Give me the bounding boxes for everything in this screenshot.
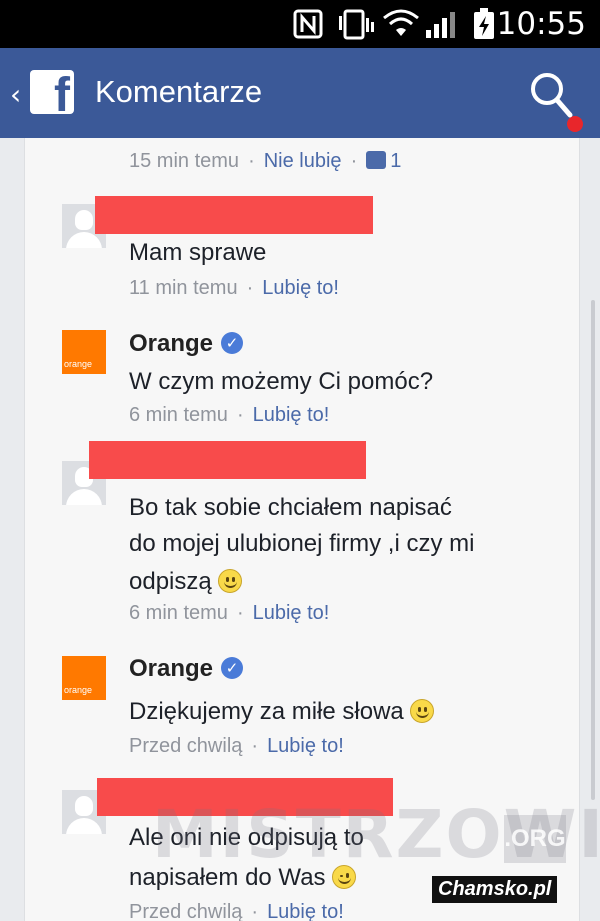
comment-author[interactable]: Orange ✓ xyxy=(129,330,244,358)
comment-time: Przed chwilą xyxy=(129,735,243,757)
like-link[interactable]: Lubię to! xyxy=(262,277,339,299)
wifi-icon xyxy=(383,9,419,36)
watermark-suffix: .ORG xyxy=(504,815,566,863)
comment-text: Dziękujemy za miłe słowa xyxy=(129,694,434,730)
comment-meta: 15 min temu · Nie lubię · 1 xyxy=(129,150,402,172)
orange-avatar[interactable]: orange xyxy=(62,330,106,374)
page-title: Komentarze xyxy=(95,74,263,109)
credit-watermark: Chamsko.pl xyxy=(432,876,558,903)
like-link[interactable]: Lubię to! xyxy=(267,901,344,921)
comment-author[interactable]: Orange ✓ xyxy=(129,655,244,683)
comment-line: Dziękujemy za miłe słowa xyxy=(129,698,404,725)
smiley-icon xyxy=(217,569,242,593)
redacted-name xyxy=(95,196,373,234)
notification-dot xyxy=(567,116,583,132)
vibrate-icon xyxy=(339,9,374,40)
thumbs-up-icon xyxy=(366,151,387,169)
like-count: 1 xyxy=(390,150,402,172)
battery-icon xyxy=(474,8,494,39)
like-link[interactable]: Lubię to! xyxy=(253,602,330,624)
comment-time: 15 min temu xyxy=(129,150,240,172)
back-arrow-icon[interactable]: ‹ xyxy=(10,78,21,111)
comment-text: Mam sprawe xyxy=(129,239,267,266)
redacted-name xyxy=(89,441,366,479)
clock: 10:55 xyxy=(496,6,586,42)
comment-meta: 6 min temu · Lubię to! xyxy=(129,404,330,426)
dislike-link[interactable]: Nie lubię xyxy=(264,150,342,172)
comment-meta: Przed chwilą · Lubię to! xyxy=(129,735,344,757)
comment-meta: 6 min temu · Lubię to! xyxy=(129,602,330,624)
signal-icon xyxy=(426,12,455,38)
comment-meta: Przed chwilą · Lubię to! xyxy=(129,901,344,921)
like-link[interactable]: Lubię to! xyxy=(267,735,344,757)
comment-time: Przed chwilą xyxy=(129,901,243,921)
author-name[interactable]: Orange xyxy=(129,330,213,357)
comment-time: 6 min temu xyxy=(129,602,228,624)
comment-time: 6 min temu xyxy=(129,404,228,426)
verified-badge-icon: ✓ xyxy=(221,332,244,354)
nfc-icon xyxy=(293,9,323,39)
comment-line: do mojej ulubionej firmy ,i czy mi xyxy=(129,530,475,557)
orange-avatar[interactable]: orange xyxy=(62,656,106,700)
verified-badge-icon: ✓ xyxy=(221,657,244,679)
smiley-icon xyxy=(409,699,434,723)
comment-text: Bo tak sobie chciałem napisać do mojej u… xyxy=(129,490,474,600)
scrollbar[interactable] xyxy=(591,300,595,800)
like-link[interactable]: Lubię to! xyxy=(253,404,330,426)
app-bar: ‹ f Komentarze xyxy=(0,48,600,138)
status-bar: 10:55 xyxy=(0,0,600,48)
search-icon[interactable] xyxy=(528,70,576,122)
comment-line: Bo tak sobie chciałem napisać xyxy=(129,494,452,521)
comment-line: odpiszą xyxy=(129,568,212,595)
comment-time: 11 min temu xyxy=(129,277,238,299)
facebook-logo-icon[interactable]: f xyxy=(30,70,74,114)
comment-text: W czym możemy Ci pomóc? xyxy=(129,368,434,395)
author-name[interactable]: Orange xyxy=(129,655,213,682)
comment-meta: 11 min temu · Lubię to! xyxy=(129,277,339,299)
